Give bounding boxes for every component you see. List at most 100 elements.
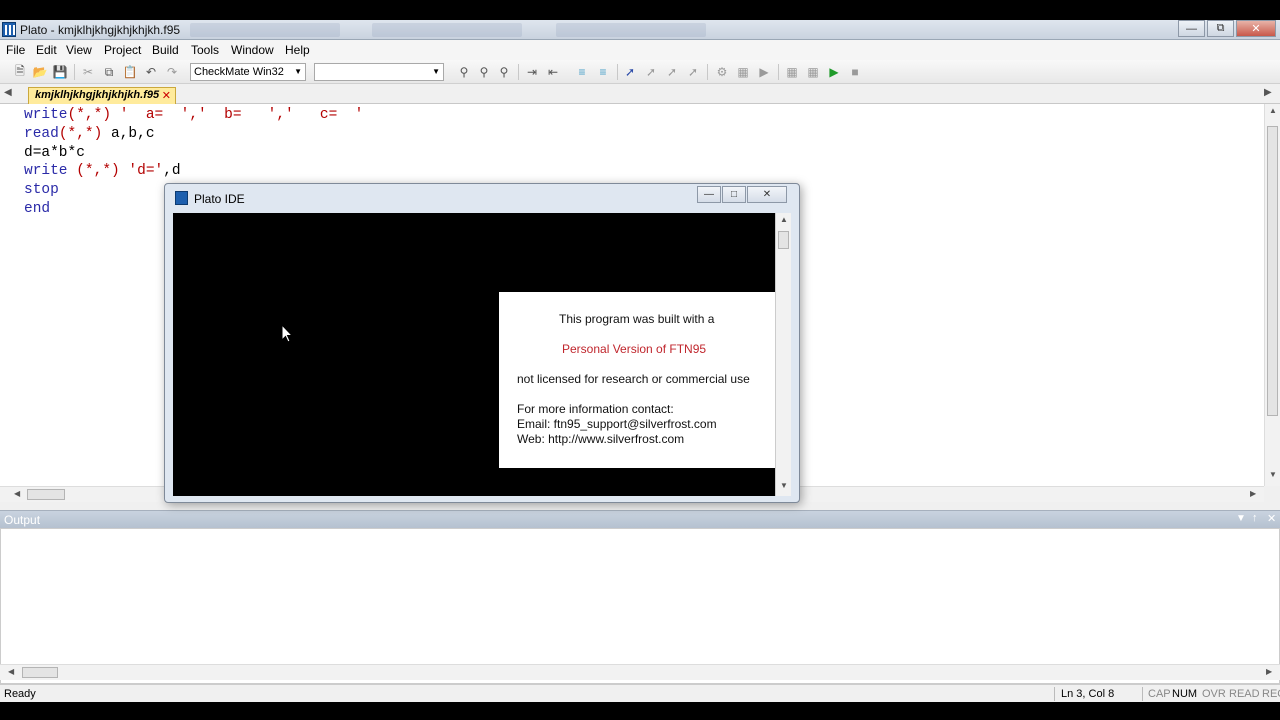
menu-project[interactable]: Project — [104, 43, 141, 57]
scroll-right-icon[interactable]: ▶ — [1266, 667, 1272, 676]
scrollbar-thumb[interactable] — [1267, 126, 1278, 416]
ftn95-license-notice: This program was built with a Personal V… — [499, 292, 775, 468]
tab-close-icon[interactable]: ✕ — [162, 89, 171, 102]
output-horizontal-scrollbar[interactable]: ◀ ▶ — [0, 664, 1280, 680]
compile-icon[interactable]: ➚ — [622, 64, 638, 80]
menu-file[interactable]: File — [6, 43, 25, 57]
scrollbar-thumb[interactable] — [27, 489, 65, 500]
title-bar: Plato - kmjklhjkhgjkhjkhjkh.f95 — ⧉ ✕ — [0, 20, 1280, 40]
code-keyword: write — [24, 107, 68, 123]
toolbar-separator — [74, 64, 75, 80]
uncomment-icon[interactable]: ≡ — [595, 64, 611, 80]
chevron-down-icon: ▼ — [294, 67, 302, 76]
toolbar-separator — [617, 64, 618, 80]
menu-window[interactable]: Window — [231, 43, 274, 57]
scroll-down-icon[interactable]: ▼ — [780, 481, 788, 490]
replace-icon[interactable]: ⚲ — [496, 64, 512, 80]
step-icon[interactable]: ▦ — [805, 64, 821, 80]
redo-icon[interactable]: ↷ — [164, 64, 180, 80]
target-select[interactable]: ▼ — [314, 63, 444, 81]
letterbox-top — [0, 0, 1280, 20]
rebuild-icon[interactable]: ➚ — [664, 64, 680, 80]
scroll-up-icon[interactable]: ▲ — [780, 215, 788, 224]
undo-icon[interactable]: ↶ — [143, 64, 159, 80]
menu-tools[interactable]: Tools — [191, 43, 219, 57]
menu-edit[interactable]: Edit — [36, 43, 57, 57]
code-text: d=a*b*c — [24, 144, 85, 161]
letterbox-bottom — [0, 702, 1280, 720]
comment-icon[interactable]: ≡ — [574, 64, 590, 80]
notice-line: This program was built with a — [559, 312, 715, 326]
plato-app-icon — [175, 191, 188, 205]
stop-icon[interactable]: ■ — [847, 64, 863, 80]
paste-icon[interactable]: 📋 — [122, 64, 138, 80]
debug-icon[interactable]: ▦ — [784, 64, 800, 80]
notice-line: not licensed for research or commercial … — [517, 372, 750, 386]
scroll-tabs-right-icon[interactable]: ▶ — [1264, 87, 1272, 98]
output-panel[interactable] — [0, 528, 1280, 684]
indent-icon[interactable]: ⇥ — [524, 64, 540, 80]
code-text: a,b,c — [102, 125, 155, 142]
find-next-icon[interactable]: ⚲ — [476, 64, 492, 80]
editor-tab-active[interactable]: kmjklhjkhgjkhjkhjkh.f95 ✕ — [28, 87, 176, 104]
menu-build[interactable]: Build — [152, 43, 179, 57]
outdent-icon[interactable]: ⇤ — [545, 64, 561, 80]
scrollbar-thumb[interactable] — [778, 231, 789, 249]
restore-button[interactable]: ⧉ — [1207, 20, 1234, 37]
dialog-restore-button[interactable]: □ — [722, 186, 746, 203]
code-keyword: stop — [24, 182, 59, 199]
close-button[interactable]: ✕ — [1236, 20, 1276, 37]
notice-line: For more information contact: — [517, 402, 674, 416]
status-bar: Ready Ln 3, Col 8 CAP NUM OVR READ REC — [0, 684, 1280, 702]
menu-help[interactable]: Help — [285, 43, 310, 57]
new-file-icon[interactable]: 🗎 — [12, 64, 28, 80]
copy-icon[interactable]: ⧉ — [101, 64, 117, 80]
build-config-select[interactable]: CheckMate Win32 ▼ — [190, 63, 306, 81]
taskbar-ghost — [190, 23, 340, 37]
code-string: ' a= ',' b= ',' c= ' — [111, 107, 364, 123]
editor-vertical-scrollbar[interactable]: ▲ ▼ — [1264, 104, 1280, 486]
code-keyword: end — [24, 200, 51, 217]
chevron-down-icon: ▼ — [432, 67, 440, 76]
status-read: READ — [1229, 688, 1260, 700]
panel-close-icon[interactable]: ✕ — [1267, 512, 1276, 525]
dialog-minimize-button[interactable]: — — [697, 186, 721, 203]
scroll-right-icon[interactable]: ▶ — [1250, 489, 1256, 498]
minimize-button[interactable]: — — [1178, 20, 1205, 37]
open-folder-icon[interactable]: 📂 — [32, 64, 48, 80]
scroll-left-icon[interactable]: ◀ — [8, 667, 14, 676]
scroll-left-icon[interactable]: ◀ — [14, 489, 20, 498]
find-icon[interactable]: ⚲ — [456, 64, 472, 80]
clean-icon[interactable]: ➚ — [685, 64, 701, 80]
scroll-down-icon[interactable]: ▼ — [1269, 470, 1277, 479]
editor-tab-label: kmjklhjkhgjkhjkhjkh.f95 — [35, 89, 160, 101]
run-grey-icon[interactable]: ▶ — [756, 64, 772, 80]
run-icon[interactable]: ▶ — [826, 64, 842, 80]
panel-menu-icon[interactable]: ▼ — [1236, 513, 1246, 524]
settings-icon[interactable]: ⚙ — [714, 64, 730, 80]
scroll-up-icon[interactable]: ▲ — [1269, 106, 1277, 115]
save-icon[interactable]: 💾 — [52, 64, 68, 80]
plato-ide-dialog: Plato IDE — □ ✕ ▲ ▼ This program was bui… — [164, 183, 800, 503]
status-num: NUM — [1172, 688, 1198, 700]
pin-icon[interactable]: ↑ — [1252, 512, 1258, 524]
menu-view[interactable]: View — [66, 43, 92, 57]
status-ready: Ready — [4, 688, 36, 700]
dialog-close-button[interactable]: ✕ — [747, 186, 787, 203]
scrollbar-thumb[interactable] — [22, 667, 58, 678]
code-line[interactable]: write(*,*) ' a= ',' b= ',' c= ' — [24, 106, 363, 125]
output-panel-header: Output ▼ ↑ ✕ — [0, 510, 1280, 528]
code-line[interactable]: write (*,*) 'd=',d — [24, 162, 363, 181]
build-icon[interactable]: ➚ — [643, 64, 659, 80]
code-line[interactable]: read(*,*) a,b,c — [24, 125, 363, 144]
status-cap: CAP — [1148, 688, 1171, 700]
toolbar-separator — [518, 64, 519, 80]
scroll-tabs-left-icon[interactable]: ◀ — [4, 87, 12, 98]
code-keyword: read — [24, 125, 59, 142]
project-icon[interactable]: ▦ — [735, 64, 751, 80]
toolbar-separator — [707, 64, 708, 80]
cut-icon[interactable]: ✂ — [80, 64, 96, 80]
code-line[interactable]: d=a*b*c — [24, 144, 363, 163]
editor-tab-bar: ◀ kmjklhjkhgjkhjkhjkh.f95 ✕ ▶ — [0, 85, 1280, 104]
dialog-vertical-scrollbar[interactable]: ▲ ▼ — [775, 213, 791, 496]
